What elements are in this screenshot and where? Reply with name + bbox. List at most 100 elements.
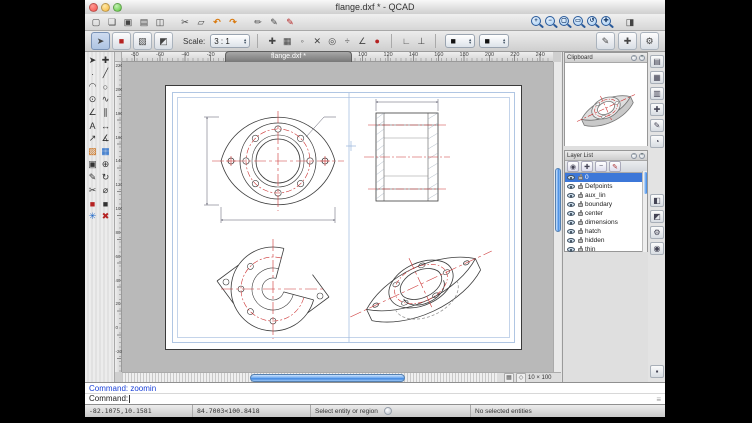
snap-middle-icon[interactable] [340, 35, 354, 48]
insert-tool[interactable] [99, 158, 112, 171]
layer-edit-icon[interactable] [609, 161, 621, 172]
block-tool[interactable] [86, 158, 99, 171]
layer-remove-icon[interactable] [595, 161, 607, 172]
ruler-corner[interactable] [115, 52, 122, 62]
spline-tool[interactable] [99, 93, 112, 106]
document-tab[interactable]: flange.dxf * [225, 51, 352, 62]
settings-icon[interactable] [650, 226, 664, 239]
layer-visibility-icon[interactable] [567, 202, 575, 207]
wrench-icon[interactable] [640, 32, 659, 50]
layer-list-item[interactable]: center [565, 209, 647, 218]
restrict-orthogonal-icon[interactable] [414, 35, 428, 48]
property-editor-icon[interactable] [650, 55, 664, 68]
zoom-pan-icon[interactable] [601, 16, 613, 28]
snap-free-icon[interactable] [265, 35, 279, 48]
snap-distance-icon[interactable] [355, 35, 369, 48]
dimension-tool[interactable] [99, 119, 112, 132]
isometric-toggle-icon[interactable] [516, 373, 526, 383]
drawing-canvas[interactable] [122, 62, 553, 372]
copy-icon[interactable] [194, 16, 208, 29]
layer-lock-icon[interactable] [578, 185, 583, 189]
layer-visibility-icon[interactable] [567, 247, 575, 252]
panel-close-icon[interactable] [639, 153, 645, 159]
select-all-icon[interactable] [154, 32, 173, 50]
circle-tool[interactable] [99, 80, 112, 93]
clipboard-panel-header[interactable]: Clipboard [565, 53, 647, 63]
cut-icon[interactable] [178, 16, 192, 29]
restrict-horizontal-icon[interactable] [399, 35, 413, 48]
layer-lock-icon[interactable] [578, 239, 583, 243]
vertical-scroll-thumb[interactable] [555, 168, 561, 232]
layer-visibility-icon[interactable] [567, 238, 575, 243]
grid-toggle-icon[interactable] [504, 373, 514, 383]
trim-tool[interactable] [86, 184, 99, 197]
layer-visibility-icon[interactable] [567, 229, 575, 234]
modify-tool[interactable] [86, 171, 99, 184]
layer-list-item[interactable]: Defpoints [565, 182, 647, 191]
panel-float-icon[interactable] [631, 153, 637, 159]
layer-list-item[interactable]: boundary [565, 200, 647, 209]
layer-scroll-thumb[interactable] [644, 172, 648, 194]
leader-tool[interactable] [86, 132, 99, 145]
title-bar[interactable]: flange.dxf * - QCAD [85, 0, 665, 15]
delete-tool[interactable] [99, 210, 112, 223]
command-line-toggle-icon[interactable] [650, 87, 664, 100]
hatch-tool[interactable] [86, 145, 99, 158]
panel-close-icon[interactable] [639, 55, 645, 61]
layer-lock-icon[interactable] [578, 230, 583, 234]
zoom-in-icon[interactable] [531, 16, 543, 28]
snap-center-icon[interactable] [325, 35, 339, 48]
order-back-tool[interactable] [99, 197, 112, 210]
red-pen-icon[interactable] [283, 16, 297, 29]
layer-list-item[interactable]: hidden [565, 236, 647, 245]
selection-pointer-icon[interactable] [91, 32, 110, 50]
explode-tool[interactable] [86, 210, 99, 223]
crosshair-icon[interactable] [618, 32, 637, 50]
layer-panel-header[interactable]: Layer List [565, 151, 647, 161]
zoom-auto-icon[interactable] [559, 16, 571, 28]
snap-reference-icon[interactable] [370, 35, 384, 48]
image-tool[interactable] [99, 145, 112, 158]
redo-icon[interactable] [226, 16, 240, 29]
dock-toggle-icon[interactable] [650, 365, 664, 378]
layer-visibility-icon[interactable] [567, 220, 575, 225]
line-tool[interactable] [99, 67, 112, 80]
line-color-combo[interactable]: ▴▾ [445, 34, 475, 48]
deselect-icon[interactable] [133, 32, 152, 50]
layer-lock-icon[interactable] [578, 212, 583, 216]
layer-lock-icon[interactable] [578, 203, 583, 207]
angle-dimension-tool[interactable] [99, 132, 112, 145]
layer-list-item[interactable]: hatch [565, 227, 647, 236]
reset-icon[interactable] [112, 32, 131, 50]
panel-float-icon[interactable] [631, 55, 637, 61]
ellipse-tool[interactable] [86, 93, 99, 106]
draw-icon[interactable] [251, 16, 265, 29]
order-front-tool[interactable] [86, 197, 99, 210]
text-tool[interactable] [86, 119, 99, 132]
print-preview-icon[interactable] [153, 16, 167, 29]
polyline-tool[interactable] [86, 106, 99, 119]
measure-tool[interactable] [99, 184, 112, 197]
layer-add-icon[interactable] [581, 161, 593, 172]
snap-intersection-icon[interactable] [310, 35, 324, 48]
scale-combo[interactable]: 3 : 1 ▴▾ [210, 34, 250, 48]
layer-lock-icon[interactable] [578, 176, 583, 180]
snap-endpoint-icon[interactable] [295, 35, 309, 48]
point-tool[interactable] [86, 67, 99, 80]
edit-icon[interactable] [267, 16, 281, 29]
cam-icon[interactable] [650, 194, 664, 207]
snap-grid-icon[interactable] [280, 35, 294, 48]
layer-list-item[interactable]: aux_lin [565, 191, 647, 200]
layer-lock-icon[interactable] [578, 194, 583, 198]
export-icon[interactable] [650, 210, 664, 223]
layer-visibility-icon[interactable] [567, 184, 575, 189]
add-view-icon[interactable] [650, 103, 664, 116]
arc-tool[interactable] [86, 80, 99, 93]
save-icon[interactable] [121, 16, 135, 29]
layer-list-item[interactable]: 0 [565, 173, 647, 182]
zoom-window-icon[interactable] [573, 16, 585, 28]
pan-tool[interactable] [99, 54, 112, 67]
status-knob[interactable] [384, 407, 392, 415]
vertical-scrollbar[interactable] [553, 62, 561, 372]
layer-visibility-icon[interactable] [567, 175, 575, 180]
